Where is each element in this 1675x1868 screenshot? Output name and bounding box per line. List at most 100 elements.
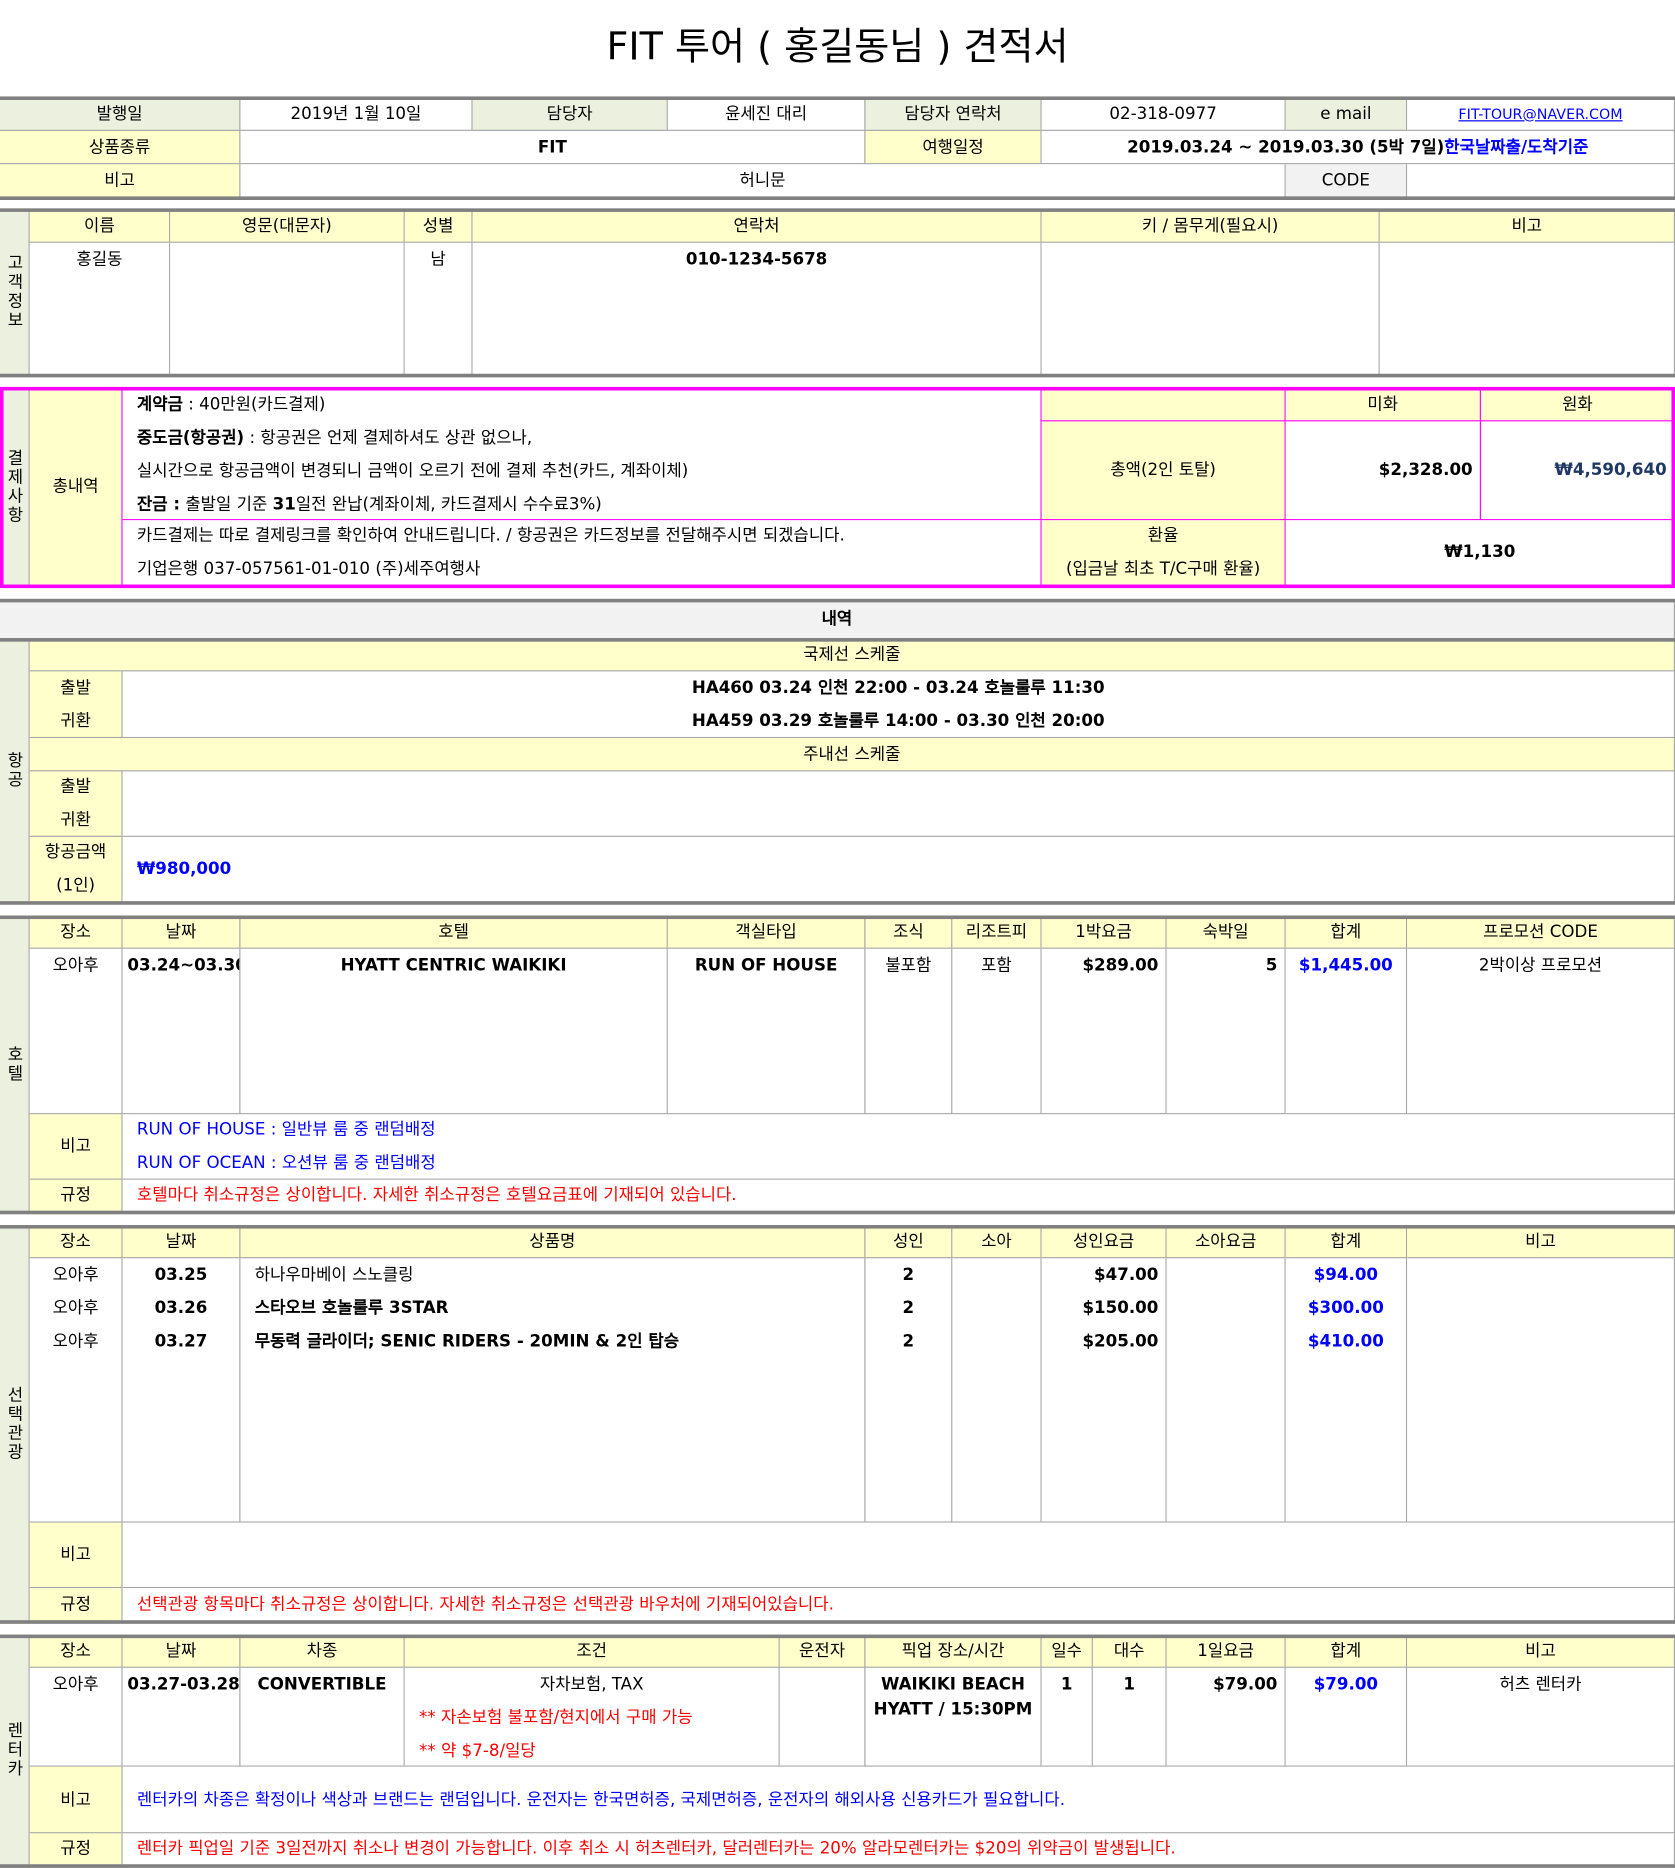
section-divider xyxy=(0,915,1675,920)
rental-col-header-text: 일수 xyxy=(1051,1641,1083,1661)
payment-notes: 카드결제는 따로 결제링크를 확인하여 안내드립니다. / 항공권은 카드정보를… xyxy=(122,520,1042,586)
cell-line: $2,328.00 xyxy=(1286,454,1480,487)
cell-line: 총내역 xyxy=(30,470,122,503)
rental-col-header-text: 장소 xyxy=(60,1641,91,1661)
manager-text: 윤세진 대리 xyxy=(725,104,808,124)
cell-line: ** 자손보험 불포함/현지에서 구매 가능 xyxy=(405,1701,779,1734)
cell-line: 포함 xyxy=(952,949,1040,982)
rental-col-header: 비고 xyxy=(1407,1635,1675,1668)
section-divider xyxy=(0,1210,1675,1215)
rental-note: 허츠 렌터카 xyxy=(1407,1667,1675,1767)
cell-line: 1 xyxy=(1093,1668,1166,1701)
hotel-col-header: 합계 xyxy=(1285,916,1408,949)
schedule-text: 한국날짜출/도착기준 xyxy=(1444,137,1589,157)
hotel-notes-text: RUN OF HOUSE : 일반뷰 룸 중 랜덤배정 xyxy=(136,1120,436,1140)
cell-line: 2박이상 프로모션 xyxy=(1407,949,1674,982)
cell-line: 렌터카 xyxy=(0,1721,29,1778)
payment-terms-text: 잔금 : xyxy=(136,495,181,515)
hotel-note-label: 비고 xyxy=(29,1114,123,1180)
rental-col-header-text: 날짜 xyxy=(165,1641,197,1661)
cell-line: 계약금 : 40만원(카드결제) xyxy=(123,388,1041,421)
rental-rule-text: 렌터카 픽업일 기준 3일전까지 취소나 변경이 가능합니다. 이후 취소 시 … xyxy=(136,1839,1176,1859)
cell-line: 객실타입 xyxy=(668,917,864,948)
hotel-col-header-text: 합계 xyxy=(1330,922,1362,942)
rental-rule-label-text: 규정 xyxy=(60,1839,91,1859)
rental-driver xyxy=(779,1667,866,1767)
hotel-hotel-text: HYATT CENTRIC WAIKIKI xyxy=(340,955,567,976)
cell-line: HYATT / 15:30PM xyxy=(865,1698,1040,1723)
cell-line: 카드결제는 따로 결제링크를 확인하여 안내드립니다. / 항공권은 카드정보를… xyxy=(123,520,1041,552)
tour-adult_fee-text: $205.00 xyxy=(1082,1332,1159,1352)
hotel-side-label: 호텔 xyxy=(0,916,30,1212)
hotel-total: $1,445.00 xyxy=(1285,948,1408,1115)
total-krw-text: ₩4,590,640 xyxy=(1554,460,1667,480)
customer-col-header: 키 / 몸무게(필요시) xyxy=(1041,209,1380,243)
rental-note-text: 렌터카의 차종은 확정이나 색상과 브랜드는 랜덤입니다. 운전자는 한국면허증… xyxy=(136,1789,1066,1809)
rental-col-header-text: 비고 xyxy=(1525,1641,1556,1661)
rental-car: CONVERTIBLE xyxy=(240,1667,405,1767)
section-divider xyxy=(0,1864,1675,1868)
product-label: 상품종류 xyxy=(0,130,241,165)
cell-line: CODE xyxy=(1286,164,1406,196)
cell-line: 키 / 몸무게(필요시) xyxy=(1042,210,1379,242)
cell-line: 렌터카의 차종은 확정이나 색상과 브랜드는 랜덤입니다. 운전자는 한국면허증… xyxy=(123,1783,1674,1816)
email-link-text[interactable]: FIT-TOUR@NAVER.COM xyxy=(1458,105,1622,122)
schedule-text: 2019.03.24 ~ 2019.03.30 (5박 7일) xyxy=(1127,137,1445,157)
tour-total-text: $410.00 xyxy=(1307,1332,1384,1352)
air-side-label: 항공 xyxy=(0,639,30,903)
hotel-col-header: 1박요금 xyxy=(1041,916,1167,949)
cell-line: 내역 xyxy=(0,602,1674,635)
hotel-breakfast: 불포함 xyxy=(865,948,953,1115)
hotel-col-header: 조식 xyxy=(865,916,953,949)
hotel-hotel: HYATT CENTRIC WAIKIKI xyxy=(240,948,668,1115)
cell-line: 03.26 xyxy=(123,1292,240,1325)
tour-note-label: 비고 xyxy=(29,1522,123,1589)
rental-col-header: 조건 xyxy=(404,1635,780,1668)
cell-line: 규정 xyxy=(30,1833,122,1864)
cell-line: (입금날 최초 T/C구매 환율) xyxy=(1042,552,1285,584)
cell-line: 날짜 xyxy=(123,1636,240,1667)
cell-line: 장소 xyxy=(30,917,122,948)
hotel-promo-text: 2박이상 프로모션 xyxy=(1478,955,1603,976)
cell-line: 국제선 스케줄 xyxy=(30,639,1674,670)
rate-label-text: 환율 xyxy=(1147,526,1179,546)
rental-car-text: CONVERTIBLE xyxy=(257,1675,387,1695)
cell-line: 출발 xyxy=(30,771,122,803)
cell-line: 호텔 xyxy=(0,1045,29,1083)
customer-side-label-text: 고객정보 xyxy=(4,253,24,330)
hotel-resort_fee: 포함 xyxy=(952,948,1042,1115)
manager-contact-text: 02-318-0977 xyxy=(1109,104,1217,124)
cell-line: 담당자 연락처 xyxy=(865,98,1040,130)
cell-line: 항공금액 xyxy=(30,837,122,869)
cell-line: 자차보험, TAX xyxy=(405,1668,779,1701)
rental-col-header-text: 픽업 장소/시간 xyxy=(901,1641,1005,1661)
cell-line: 귀환 xyxy=(30,704,122,737)
cell-line: CONVERTIBLE xyxy=(240,1668,403,1701)
cell-line: $410.00 xyxy=(1286,1325,1406,1358)
tour-col-header: 상품명 xyxy=(240,1226,866,1259)
cell-line: 잔금 : 출발일 기준 31일전 완납(계좌이체, 카드결제시 수수료3%) xyxy=(123,488,1041,519)
cell-line: 호텔마다 취소규정은 상이합니다. 자세한 취소규정은 호텔요금표에 기재되어 … xyxy=(123,1180,1674,1211)
product-text: FIT xyxy=(537,137,567,157)
cell-line: 2 xyxy=(865,1325,951,1358)
tour-rule-label-text: 규정 xyxy=(60,1594,91,1614)
cell-line: 하나우마베이 스노클링 xyxy=(240,1258,864,1291)
cell-line: ₩980,000 xyxy=(123,852,1674,885)
intl-flights-text: HA460 03.24 인천 22:00 - 03.24 호놀룰루 11:30 xyxy=(691,677,1105,698)
cell-line: e mail xyxy=(1286,98,1406,130)
hotel-rule: 호텔마다 취소규정은 상이합니다. 자세한 취소규정은 호텔요금표에 기재되어 … xyxy=(122,1179,1675,1212)
issue-date-label: 발행일 xyxy=(0,97,241,131)
hotel-breakfast-text: 불포함 xyxy=(885,955,932,976)
customer-gender: 남 xyxy=(404,242,473,376)
tour-side-label: 선택관광 xyxy=(0,1226,30,1622)
hotel-col-header: 객실타입 xyxy=(667,916,866,949)
cell-line: 발행일 xyxy=(0,98,239,130)
usd-label-text: 미화 xyxy=(1367,394,1399,414)
rental-cars-text: 1 xyxy=(1123,1675,1135,1695)
rental-daily: $79.00 xyxy=(1166,1667,1286,1767)
cell-line: ** 약 $7-8/일당 xyxy=(405,1735,779,1766)
rental-note: 렌터카의 차종은 확정이나 색상과 브랜드는 랜덤입니다. 운전자는 한국면허증… xyxy=(122,1766,1675,1834)
payment-terms-text: 중도금(항공권) xyxy=(136,428,245,448)
section-divider xyxy=(0,96,1675,101)
rental-note-text: 허츠 렌터카 xyxy=(1499,1675,1582,1695)
